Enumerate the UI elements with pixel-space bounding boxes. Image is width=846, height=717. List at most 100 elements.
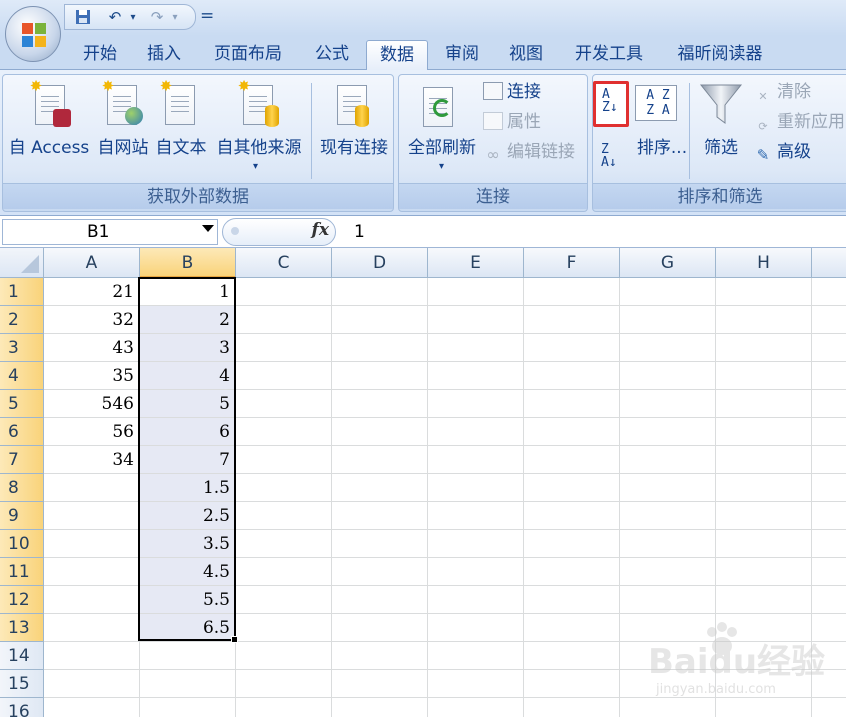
row-header-8[interactable]: 8 xyxy=(0,474,44,502)
cell-e15[interactable] xyxy=(428,670,524,698)
cell-e14[interactable] xyxy=(428,642,524,670)
tab-view[interactable]: 视图 xyxy=(500,40,552,70)
cell-f13[interactable] xyxy=(524,614,620,642)
cell-i6[interactable] xyxy=(812,418,846,446)
cell-e5[interactable] xyxy=(428,390,524,418)
tab-insert[interactable]: 插入 xyxy=(136,40,192,70)
cell-c1[interactable] xyxy=(236,278,332,306)
cell-d10[interactable] xyxy=(332,530,428,558)
properties-button[interactable]: 属性 xyxy=(483,109,541,135)
cell-d12[interactable] xyxy=(332,586,428,614)
cell-i12[interactable] xyxy=(812,586,846,614)
row-header-16[interactable]: 16 xyxy=(0,698,44,717)
cell-e3[interactable] xyxy=(428,334,524,362)
row-header-5[interactable]: 5 xyxy=(0,390,44,418)
cell-g3[interactable] xyxy=(620,334,716,362)
cell-e1[interactable] xyxy=(428,278,524,306)
cell-g2[interactable] xyxy=(620,306,716,334)
row-header-6[interactable]: 6 xyxy=(0,418,44,446)
cell-d7[interactable] xyxy=(332,446,428,474)
row-header-1[interactable]: 1 xyxy=(0,278,44,306)
row-header-7[interactable]: 7 xyxy=(0,446,44,474)
cell-i4[interactable] xyxy=(812,362,846,390)
column-header-a[interactable]: A xyxy=(44,248,140,278)
sort-button[interactable]: A ZZ A 排序... xyxy=(629,75,687,185)
cell-f1[interactable] xyxy=(524,278,620,306)
cell-e9[interactable] xyxy=(428,502,524,530)
cell-i11[interactable] xyxy=(812,558,846,586)
cell-a7[interactable]: 34 xyxy=(44,446,140,474)
cell-f15[interactable] xyxy=(524,670,620,698)
cell-h6[interactable] xyxy=(716,418,812,446)
cell-h2[interactable] xyxy=(716,306,812,334)
cell-a2[interactable]: 32 xyxy=(44,306,140,334)
column-header-c[interactable]: C xyxy=(236,248,332,278)
cell-a16[interactable] xyxy=(44,698,140,717)
cell-c3[interactable] xyxy=(236,334,332,362)
advanced-button[interactable]: ✎ 高级 xyxy=(753,139,811,165)
cell-d14[interactable] xyxy=(332,642,428,670)
cell-i9[interactable] xyxy=(812,502,846,530)
cell-b12[interactable]: 5.5 xyxy=(140,586,236,614)
redo-icon[interactable]: ↷ xyxy=(147,8,167,26)
cell-c13[interactable] xyxy=(236,614,332,642)
cell-c7[interactable] xyxy=(236,446,332,474)
select-all-button[interactable] xyxy=(0,248,44,278)
reapply-button[interactable]: ⟳ 重新应用 xyxy=(753,109,845,135)
row-header-12[interactable]: 12 xyxy=(0,586,44,614)
cell-g10[interactable] xyxy=(620,530,716,558)
undo-dropdown-icon[interactable]: ▾ xyxy=(123,8,143,26)
cell-d11[interactable] xyxy=(332,558,428,586)
column-header-i[interactable] xyxy=(812,248,846,278)
cell-i8[interactable] xyxy=(812,474,846,502)
cell-i7[interactable] xyxy=(812,446,846,474)
cell-g9[interactable] xyxy=(620,502,716,530)
name-box[interactable]: B1 xyxy=(2,219,218,245)
row-header-4[interactable]: 4 xyxy=(0,362,44,390)
cell-e8[interactable] xyxy=(428,474,524,502)
from-web-button[interactable]: ✸ 自网站 xyxy=(93,75,153,185)
tab-data[interactable]: 数据 xyxy=(366,40,428,70)
cell-c5[interactable] xyxy=(236,390,332,418)
cell-a3[interactable]: 43 xyxy=(44,334,140,362)
cell-c2[interactable] xyxy=(236,306,332,334)
from-access-button[interactable]: ✸ 自 Access xyxy=(7,75,91,185)
office-button[interactable] xyxy=(5,6,61,62)
cell-i1[interactable] xyxy=(812,278,846,306)
edit-links-button[interactable]: ∞ 编辑链接 xyxy=(483,139,575,165)
connections-button[interactable]: 连接 xyxy=(483,79,541,105)
cell-i5[interactable] xyxy=(812,390,846,418)
cell-d5[interactable] xyxy=(332,390,428,418)
from-other-sources-button[interactable]: ✸ 自其他来源 ▾ xyxy=(211,75,307,185)
cell-g6[interactable] xyxy=(620,418,716,446)
cell-f11[interactable] xyxy=(524,558,620,586)
cell-i3[interactable] xyxy=(812,334,846,362)
cell-b8[interactable]: 1.5 xyxy=(140,474,236,502)
cell-d6[interactable] xyxy=(332,418,428,446)
cell-a11[interactable] xyxy=(44,558,140,586)
column-header-e[interactable]: E xyxy=(428,248,524,278)
row-header-15[interactable]: 15 xyxy=(0,670,44,698)
cell-g12[interactable] xyxy=(620,586,716,614)
cell-g8[interactable] xyxy=(620,474,716,502)
cell-b7[interactable]: 7 xyxy=(140,446,236,474)
cell-h4[interactable] xyxy=(716,362,812,390)
cell-c15[interactable] xyxy=(236,670,332,698)
cell-c12[interactable] xyxy=(236,586,332,614)
cell-h3[interactable] xyxy=(716,334,812,362)
cell-a5[interactable]: 546 xyxy=(44,390,140,418)
cell-h11[interactable] xyxy=(716,558,812,586)
row-header-11[interactable]: 11 xyxy=(0,558,44,586)
cell-f7[interactable] xyxy=(524,446,620,474)
cell-a15[interactable] xyxy=(44,670,140,698)
filter-button[interactable]: 筛选 xyxy=(693,75,749,185)
sort-descending-button[interactable]: Z A↓ xyxy=(599,143,627,171)
row-header-3[interactable]: 3 xyxy=(0,334,44,362)
cell-d2[interactable] xyxy=(332,306,428,334)
cell-c9[interactable] xyxy=(236,502,332,530)
column-header-b[interactable]: B xyxy=(140,248,236,278)
cell-f6[interactable] xyxy=(524,418,620,446)
cell-h9[interactable] xyxy=(716,502,812,530)
cell-c11[interactable] xyxy=(236,558,332,586)
cell-d1[interactable] xyxy=(332,278,428,306)
